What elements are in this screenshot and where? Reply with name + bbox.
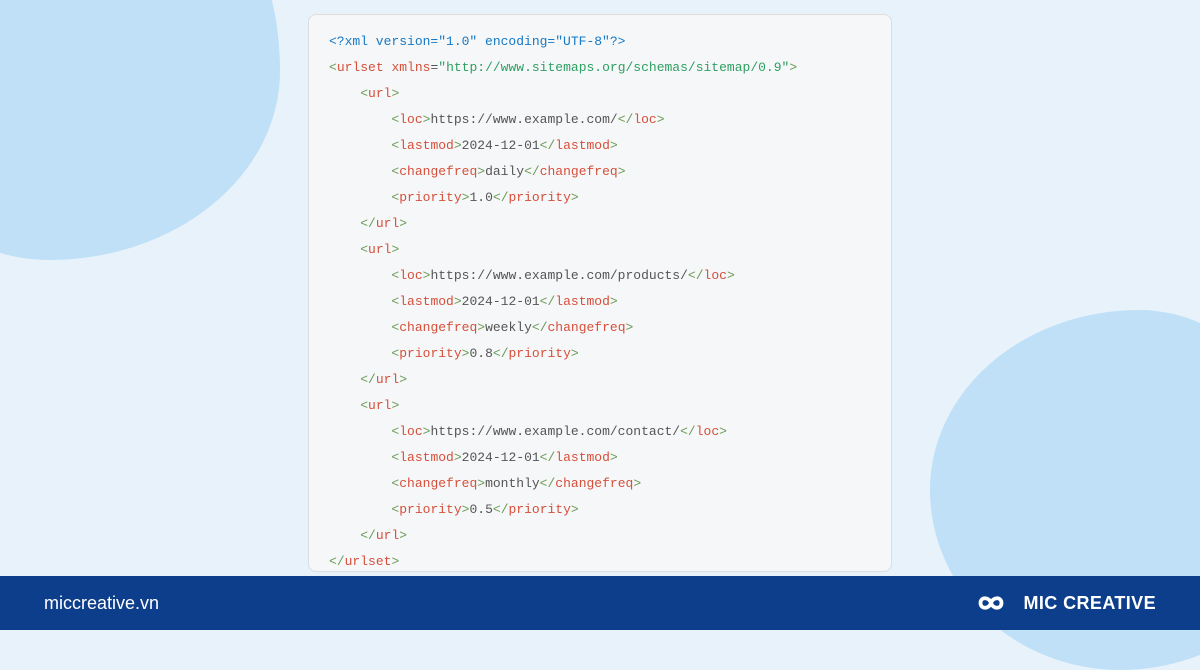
footer-brand-text: MIC CREATIVE — [1024, 593, 1156, 614]
xml-code-block: <?xml version="1.0" encoding="UTF-8"?> <… — [329, 29, 873, 572]
infinity-icon — [970, 589, 1012, 617]
footer-site-url: miccreative.vn — [44, 593, 159, 614]
bg-blob-top-left — [0, 0, 280, 260]
xml-code-panel: <?xml version="1.0" encoding="UTF-8"?> <… — [308, 14, 892, 572]
footer-bar: miccreative.vn MIC CREATIVE — [0, 576, 1200, 630]
footer-brand: MIC CREATIVE — [970, 589, 1156, 617]
